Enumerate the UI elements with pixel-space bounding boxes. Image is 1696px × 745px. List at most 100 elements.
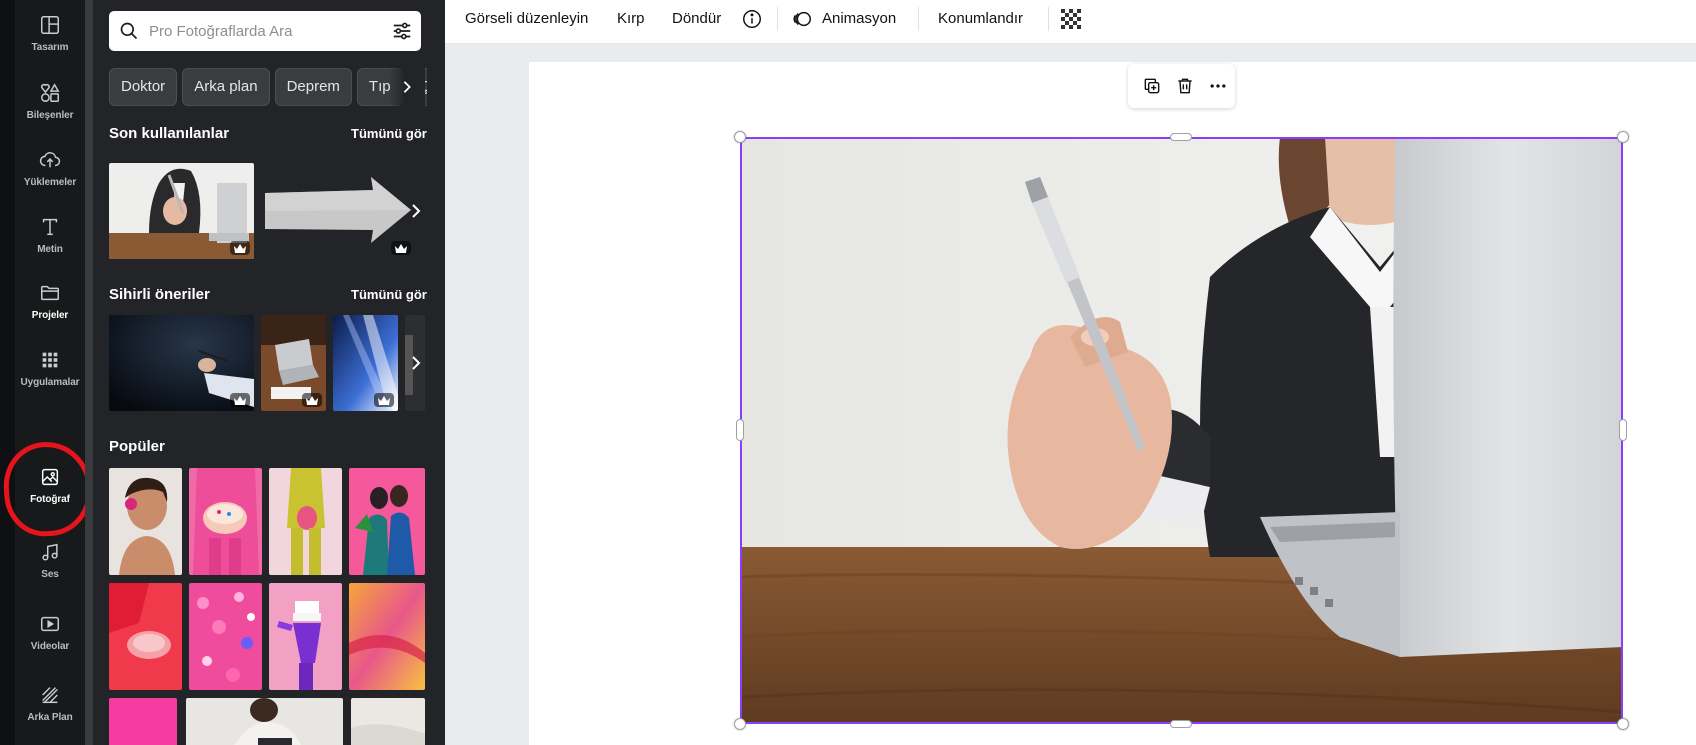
- recent-graphic-arrow[interactable]: [261, 163, 411, 259]
- shapes-icon: [37, 80, 63, 106]
- pro-crown-badge: [374, 393, 394, 407]
- photo-thumbnail: [189, 468, 262, 575]
- edit-image-button[interactable]: Görseli düzenleyin: [465, 0, 588, 38]
- chip-background[interactable]: Arka plan: [182, 68, 270, 106]
- resize-handle-bottom-right[interactable]: [1617, 718, 1629, 730]
- rotate-button[interactable]: Döndür: [672, 0, 721, 38]
- music-note-icon: [37, 539, 63, 565]
- magic-next-button[interactable]: [401, 343, 431, 383]
- resize-handle-top[interactable]: [1170, 133, 1192, 141]
- popular-photo-2[interactable]: [189, 468, 262, 575]
- rail-label: Bileşenler: [26, 110, 74, 121]
- popular-photo-1[interactable]: [109, 468, 182, 575]
- duplicate-button[interactable]: [1140, 74, 1164, 98]
- text-icon: [37, 214, 63, 240]
- photo-thumbnail: [109, 698, 177, 745]
- photo-thumbnail: [269, 583, 342, 690]
- magic-photo-light-rays[interactable]: [333, 315, 398, 411]
- magic-title: Sihirli öneriler: [109, 286, 210, 303]
- rail-item-text[interactable]: Metin: [15, 210, 85, 272]
- recent-photo-woman-pen[interactable]: [109, 163, 254, 259]
- popular-photo-5[interactable]: [109, 583, 182, 690]
- recent-see-all[interactable]: Tümünü gör: [351, 126, 427, 141]
- photo-thumbnail: [351, 698, 425, 745]
- rail-item-audio[interactable]: Ses: [15, 535, 85, 597]
- rail-item-design[interactable]: Tasarım: [15, 8, 85, 70]
- rail-item-apps[interactable]: Uygulamalar: [15, 343, 85, 405]
- context-toolbar: Görseli düzenleyin Kırp Döndür Animasyon…: [445, 0, 1696, 44]
- popular-photo-9[interactable]: [109, 698, 177, 745]
- resize-handle-bottom-left[interactable]: [734, 718, 746, 730]
- toolbar-divider: [918, 7, 919, 31]
- trash-icon: [1178, 78, 1192, 94]
- popular-photo-8[interactable]: [349, 583, 425, 690]
- resize-handle-bottom[interactable]: [1170, 720, 1192, 728]
- photos-panel: DoktorArka planDepremTıpÇocuk Son kullan…: [93, 0, 445, 745]
- crown-icon: [395, 243, 407, 253]
- rail-item-background[interactable]: Arka Plan: [15, 678, 85, 740]
- popular-photo-4[interactable]: [349, 468, 425, 575]
- rail-label: Videolar: [30, 641, 70, 652]
- chevron-right-icon: [403, 81, 411, 93]
- chevron-right-icon: [412, 356, 421, 370]
- photo-thumbnail: [109, 468, 182, 575]
- rail-label: Uygulamalar: [20, 377, 80, 388]
- rail-label: Arka Plan: [27, 712, 73, 723]
- rail-item-videos[interactable]: Videolar: [15, 607, 85, 669]
- selected-photo-woman-pen[interactable]: [740, 137, 1623, 724]
- video-icon: [37, 611, 63, 637]
- position-button[interactable]: Konumlandır: [938, 0, 1023, 38]
- background-pattern-icon: [37, 682, 63, 708]
- panel-divider: [85, 0, 93, 745]
- magic-see-all[interactable]: Tümünü gör: [351, 287, 427, 302]
- toolbar-divider: [1048, 7, 1049, 31]
- animate-icon[interactable]: [791, 8, 813, 30]
- search-input[interactable]: [149, 22, 379, 40]
- popular-title: Popüler: [109, 438, 165, 455]
- resize-handle-right[interactable]: [1619, 419, 1627, 441]
- delete-button[interactable]: [1173, 74, 1197, 98]
- rail-item-photos[interactable]: Fotoğraf: [15, 460, 85, 522]
- resize-handle-top-left[interactable]: [734, 131, 746, 143]
- magic-photo-hand-pen[interactable]: [109, 315, 254, 411]
- window-edge: [0, 0, 15, 745]
- resize-handle-top-right[interactable]: [1617, 131, 1629, 143]
- photo-thumbnail: [269, 468, 342, 575]
- transparency-icon[interactable]: [1061, 9, 1081, 29]
- crop-button[interactable]: Kırp: [617, 0, 645, 38]
- resize-handle-left[interactable]: [736, 419, 744, 441]
- photo-thumbnail: [349, 583, 425, 690]
- crown-icon: [234, 395, 246, 405]
- magic-photo-laptop[interactable]: [261, 315, 326, 411]
- chip-earthquake[interactable]: Deprem: [274, 68, 352, 106]
- pro-crown-badge: [230, 393, 250, 407]
- layout-icon: [37, 12, 63, 38]
- info-icon[interactable]: [741, 8, 763, 30]
- toolbar-divider: [777, 7, 778, 31]
- popular-photo-10[interactable]: [186, 698, 343, 745]
- popular-photo-7[interactable]: [269, 583, 342, 690]
- popular-photo-11[interactable]: [351, 698, 425, 745]
- icon-rail: Tasarım Bileşenler Yüklemeler Metin Proj…: [15, 0, 85, 745]
- folder-icon: [37, 280, 63, 306]
- editor-app: Tasarım Bileşenler Yüklemeler Metin Proj…: [0, 0, 1696, 745]
- cloud-upload-icon: [37, 147, 63, 173]
- rail-item-uploads[interactable]: Yüklemeler: [15, 143, 85, 205]
- more-options-button[interactable]: [1206, 74, 1230, 98]
- rail-label: Metin: [37, 244, 63, 255]
- animate-button[interactable]: Animasyon: [822, 0, 896, 38]
- filter-icon[interactable]: [391, 20, 413, 42]
- chip-doctor[interactable]: Doktor: [109, 68, 178, 106]
- chips-next-button[interactable]: [389, 68, 425, 106]
- rail-label: Tasarım: [31, 42, 69, 53]
- chevron-right-icon: [412, 204, 421, 218]
- rail-item-projects[interactable]: Projeler: [15, 276, 85, 338]
- popular-photo-6[interactable]: [189, 583, 262, 690]
- apps-grid-icon: [37, 347, 63, 373]
- rail-label: Ses: [41, 569, 59, 580]
- photo-thumbnail: [186, 698, 343, 745]
- popular-photo-3[interactable]: [269, 468, 342, 575]
- search-box: [109, 11, 421, 51]
- rail-item-elements[interactable]: Bileşenler: [15, 76, 85, 138]
- recent-next-button[interactable]: [401, 191, 431, 231]
